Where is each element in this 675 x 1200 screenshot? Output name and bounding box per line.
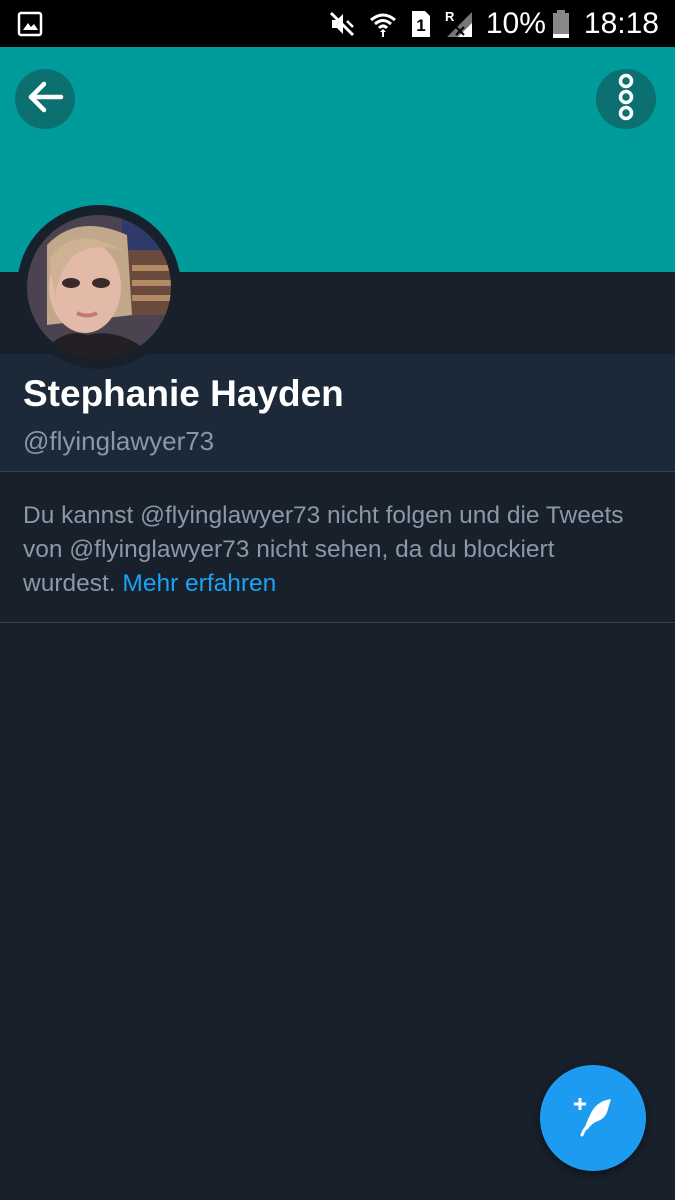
compose-tweet-icon [568, 1091, 618, 1146]
compose-tweet-button[interactable] [540, 1065, 646, 1171]
gallery-icon [17, 11, 43, 42]
sim-icon: 1 [410, 9, 432, 39]
battery-icon [552, 9, 570, 39]
learn-more-link[interactable]: Mehr erfahren [122, 570, 276, 597]
divider [0, 622, 675, 623]
mute-icon [328, 10, 356, 38]
svg-text:R: R [445, 9, 455, 24]
wifi-icon [368, 9, 398, 39]
divider [0, 471, 675, 472]
battery-percent: 10% [485, 6, 546, 40]
more-options-button[interactable] [596, 69, 656, 129]
display-name: Stephanie Hayden [23, 373, 344, 414]
status-bar: 1 R 10% 18:18 [0, 0, 675, 47]
user-handle: @flyinglawyer73 [23, 426, 215, 456]
clock: 18:18 [583, 6, 659, 40]
avatar[interactable] [17, 205, 181, 369]
arrow-left-icon [24, 76, 66, 123]
blocked-notice-text: Du kannst @flyinglawyer73 nicht folgen u… [23, 502, 624, 597]
signal-icon: R [444, 9, 474, 39]
profile-screen: 1 R 10% 18:18 Stephanie Hayden @flyingla… [0, 0, 675, 1200]
blocked-notice: Du kannst @flyinglawyer73 nicht folgen u… [23, 499, 643, 601]
svg-text:1: 1 [416, 16, 425, 35]
back-button[interactable] [15, 69, 75, 129]
more-vertical-icon [611, 72, 641, 127]
